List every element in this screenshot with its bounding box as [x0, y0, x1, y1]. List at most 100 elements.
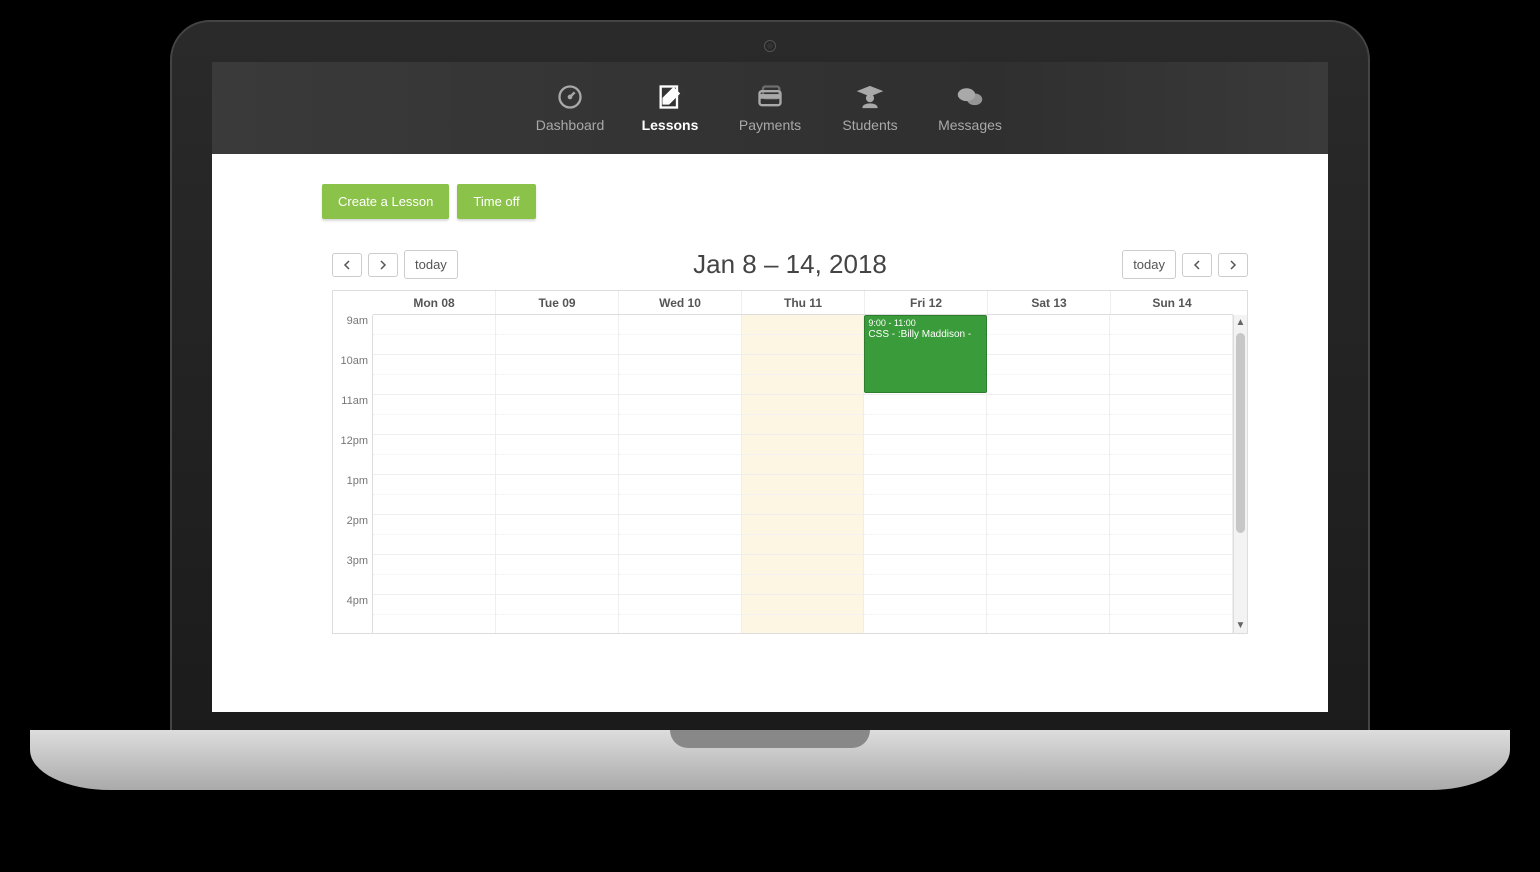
hour-cell[interactable] — [1110, 595, 1232, 633]
card-icon — [756, 83, 784, 111]
hour-cell[interactable] — [864, 395, 986, 435]
time-off-button[interactable]: Time off — [457, 184, 535, 219]
time-label: 9am — [333, 315, 372, 355]
hour-cell[interactable] — [1110, 515, 1232, 555]
time-column: 9am10am11am12pm1pm2pm3pm4pm5pm — [333, 315, 373, 633]
hour-cell[interactable] — [619, 595, 741, 633]
nav-label: Lessons — [642, 117, 699, 133]
hour-cell[interactable] — [864, 595, 986, 633]
hour-cell[interactable] — [987, 515, 1109, 555]
hour-cell[interactable] — [742, 515, 864, 555]
hour-cell[interactable] — [987, 355, 1109, 395]
calendar-title: Jan 8 – 14, 2018 — [693, 249, 887, 280]
camera-icon — [764, 40, 776, 52]
time-label: 3pm — [333, 555, 372, 595]
day-column[interactable] — [1110, 315, 1233, 633]
hour-cell[interactable] — [496, 435, 618, 475]
day-column[interactable] — [742, 315, 865, 633]
hour-cell[interactable] — [496, 395, 618, 435]
hour-cell[interactable] — [864, 475, 986, 515]
hour-cell[interactable] — [619, 315, 741, 355]
hour-cell[interactable] — [1110, 435, 1232, 475]
nav-item-payments[interactable]: Payments — [720, 62, 820, 154]
day-column[interactable] — [496, 315, 619, 633]
hour-cell[interactable] — [742, 355, 864, 395]
prev-week-button[interactable] — [332, 253, 362, 277]
hour-cell[interactable] — [987, 555, 1109, 595]
action-bar: Create a Lesson Time off — [322, 184, 1268, 219]
hour-cell[interactable] — [373, 395, 495, 435]
hour-cell[interactable] — [987, 595, 1109, 633]
hour-cell[interactable] — [619, 555, 741, 595]
hour-cell[interactable] — [742, 395, 864, 435]
hour-cell[interactable] — [496, 595, 618, 633]
today-button-left[interactable]: today — [404, 250, 458, 279]
hour-cell[interactable] — [373, 315, 495, 355]
hour-cell[interactable] — [1110, 475, 1232, 515]
laptop-base — [30, 730, 1510, 790]
prev-button-right[interactable] — [1182, 253, 1212, 277]
hour-cell[interactable] — [864, 555, 986, 595]
nav-label: Messages — [938, 117, 1002, 133]
hour-cell[interactable] — [742, 475, 864, 515]
calendar-header: today Jan 8 – 14, 2018 today — [332, 249, 1248, 280]
edit-icon — [656, 83, 684, 111]
hour-cell[interactable] — [1110, 355, 1232, 395]
hour-cell[interactable] — [864, 515, 986, 555]
day-header: Tue 09 — [496, 291, 619, 314]
hour-cell[interactable] — [496, 515, 618, 555]
hour-cell[interactable] — [373, 435, 495, 475]
hour-cell[interactable] — [742, 435, 864, 475]
chevron-right-icon — [1228, 260, 1238, 270]
nav-item-students[interactable]: Students — [820, 62, 920, 154]
hour-cell[interactable] — [987, 475, 1109, 515]
time-label: 2pm — [333, 515, 372, 555]
day-column[interactable] — [373, 315, 496, 633]
create-lesson-button[interactable]: Create a Lesson — [322, 184, 449, 219]
top-nav: Dashboard Lessons Payments Students Messages — [212, 62, 1328, 154]
hour-cell[interactable] — [496, 475, 618, 515]
hour-cell[interactable] — [373, 475, 495, 515]
hour-cell[interactable] — [373, 515, 495, 555]
nav-label: Students — [842, 117, 897, 133]
day-header: Wed 10 — [619, 291, 742, 314]
day-column[interactable] — [619, 315, 742, 633]
hour-cell[interactable] — [987, 435, 1109, 475]
today-button-right[interactable]: today — [1122, 250, 1176, 279]
day-column[interactable] — [987, 315, 1110, 633]
hour-cell[interactable] — [742, 555, 864, 595]
scroll-up-icon[interactable]: ▲ — [1234, 317, 1247, 328]
hour-cell[interactable] — [987, 315, 1109, 355]
nav-item-dashboard[interactable]: Dashboard — [520, 62, 620, 154]
scroll-down-icon[interactable]: ▼ — [1234, 620, 1247, 631]
hour-cell[interactable] — [987, 395, 1109, 435]
hour-cell[interactable] — [496, 355, 618, 395]
scrollbar[interactable]: ▲ ▼ — [1233, 315, 1247, 633]
hour-cell[interactable] — [619, 435, 741, 475]
hour-cell[interactable] — [619, 395, 741, 435]
calendar-event[interactable]: 9:00 - 11:00CSS - :Billy Maddison - — [864, 315, 987, 393]
hour-cell[interactable] — [373, 595, 495, 633]
next-week-button[interactable] — [368, 253, 398, 277]
hour-cell[interactable] — [496, 315, 618, 355]
hour-cell[interactable] — [1110, 555, 1232, 595]
hour-cell[interactable] — [1110, 315, 1232, 355]
next-button-right[interactable] — [1218, 253, 1248, 277]
event-time: 9:00 - 11:00 — [868, 318, 983, 329]
gauge-icon — [556, 83, 584, 111]
hour-cell[interactable] — [742, 595, 864, 633]
hour-cell[interactable] — [742, 315, 864, 355]
scroll-thumb[interactable] — [1236, 333, 1245, 533]
nav-item-messages[interactable]: Messages — [920, 62, 1020, 154]
hour-cell[interactable] — [619, 355, 741, 395]
hour-cell[interactable] — [619, 475, 741, 515]
hour-cell[interactable] — [864, 435, 986, 475]
hour-cell[interactable] — [373, 555, 495, 595]
hour-cell[interactable] — [373, 355, 495, 395]
hour-cell[interactable] — [619, 515, 741, 555]
app-screen: Dashboard Lessons Payments Students Messages… — [212, 62, 1328, 712]
nav-item-lessons[interactable]: Lessons — [620, 62, 720, 154]
hour-cell[interactable] — [496, 555, 618, 595]
calendar-body[interactable]: 9:00 - 11:00CSS - :Billy Maddison - — [373, 315, 1233, 633]
hour-cell[interactable] — [1110, 395, 1232, 435]
